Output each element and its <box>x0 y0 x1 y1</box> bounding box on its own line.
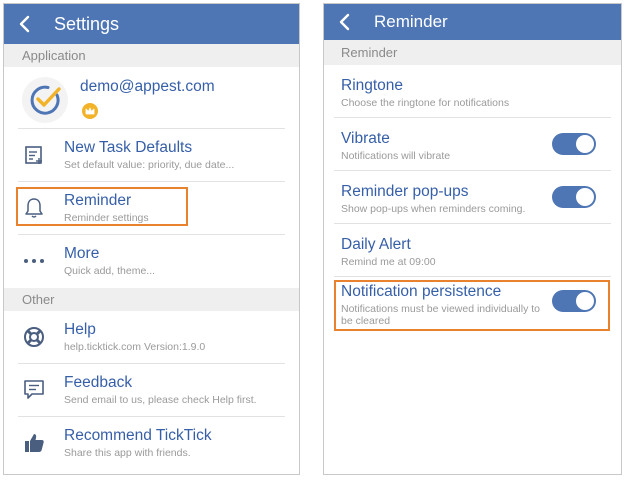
help-label: Help <box>64 321 96 338</box>
reminder-header: Reminder <box>324 4 621 40</box>
account-email: demo@appest.com <box>80 78 215 95</box>
reminder-popups-toggle[interactable] <box>552 186 596 208</box>
ringtone-label: Ringtone <box>341 77 404 94</box>
reminder-popups-sub: Show pop-ups when reminders coming. <box>341 203 526 215</box>
ringtone-item[interactable]: Ringtone Choose the ringtone for notific… <box>324 65 621 118</box>
vibrate-sub: Notifications will vibrate <box>341 150 451 162</box>
ticktick-logo-icon <box>30 85 61 115</box>
new-task-defaults-item[interactable]: New Task Defaults Set default value: pri… <box>4 129 299 182</box>
more-sub: Quick add, theme... <box>64 265 156 277</box>
settings-screen: Settings Application demo@appest.com New… <box>3 3 300 475</box>
thumbs-up-icon <box>22 431 46 455</box>
more-label: More <box>64 245 100 262</box>
recommend-label: Recommend TickTick <box>64 427 212 444</box>
daily-alert-sub: Remind me at 09:00 <box>341 256 436 268</box>
avatar <box>22 77 68 123</box>
more-item[interactable]: More Quick add, theme... <box>4 235 299 288</box>
daily-alert-label: Daily Alert <box>341 236 411 253</box>
back-button[interactable] <box>4 4 44 44</box>
recommend-sub: Share this app with friends. <box>64 447 191 459</box>
settings-header: Settings <box>4 4 299 44</box>
feedback-label: Feedback <box>64 374 133 391</box>
toggle-knob <box>576 188 594 206</box>
section-header-application: Application <box>4 44 299 67</box>
feedback-sub: Send email to us, please check Help firs… <box>64 394 257 406</box>
lifebuoy-icon <box>22 325 46 349</box>
vibrate-toggle[interactable] <box>552 133 596 155</box>
page-title: Reminder <box>374 12 448 31</box>
vibrate-label: Vibrate <box>341 130 390 147</box>
ringtone-sub: Choose the ringtone for notifications <box>341 97 510 109</box>
back-arrow-icon <box>339 13 350 31</box>
reminder-popups-label: Reminder pop-ups <box>341 183 469 200</box>
feedback-item[interactable]: Feedback Send email to us, please check … <box>4 364 299 417</box>
vibrate-item[interactable]: Vibrate Notifications will vibrate <box>324 118 621 171</box>
help-item[interactable]: Help help.ticktick.com Version:1.9.0 <box>4 311 299 364</box>
back-arrow-icon <box>19 15 30 33</box>
crown-icon <box>82 103 98 119</box>
reminder-screen: Reminder Reminder Ringtone Choose the ri… <box>323 3 622 475</box>
new-task-defaults-label: New Task Defaults <box>64 139 193 156</box>
toggle-knob <box>576 135 594 153</box>
account-row[interactable]: demo@appest.com <box>4 67 299 129</box>
back-button[interactable] <box>324 4 364 40</box>
daily-alert-item[interactable]: Daily Alert Remind me at 09:00 <box>324 224 621 277</box>
more-dots-icon <box>22 249 46 273</box>
task-defaults-icon <box>22 143 46 167</box>
reminder-popups-item[interactable]: Reminder pop-ups Show pop-ups when remin… <box>324 171 621 224</box>
section-header-other: Other <box>4 288 299 311</box>
section-header-reminder: Reminder <box>324 40 621 65</box>
recommend-item[interactable]: Recommend TickTick Share this app with f… <box>4 417 299 470</box>
help-sub: help.ticktick.com Version:1.9.0 <box>64 341 206 353</box>
page-title: Settings <box>54 13 120 34</box>
new-task-defaults-sub: Set default value: priority, due date... <box>64 159 235 171</box>
persistence-highlight-box <box>334 280 610 331</box>
reminder-highlight-box <box>16 187 188 226</box>
feedback-chat-icon <box>22 378 46 402</box>
